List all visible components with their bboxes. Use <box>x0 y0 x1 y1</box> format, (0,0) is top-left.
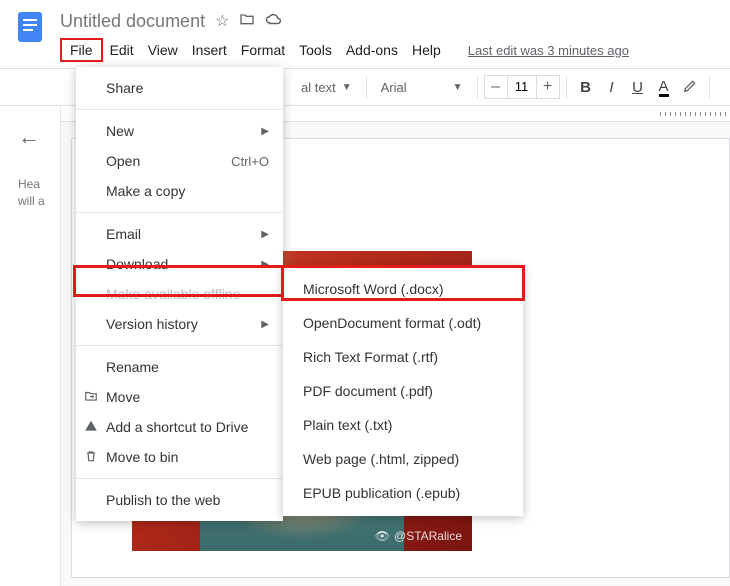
menu-open[interactable]: OpenCtrl+O <box>76 146 283 176</box>
decrease-font-button[interactable]: – <box>485 78 507 96</box>
menu-download[interactable]: Download▶ <box>76 249 283 279</box>
chevron-right-icon: ▶ <box>261 126 269 137</box>
menu-rename[interactable]: Rename <box>76 352 283 382</box>
docs-app-icon[interactable] <box>12 8 48 44</box>
menu-format[interactable]: Format <box>234 38 292 62</box>
menu-file[interactable]: File <box>60 38 103 62</box>
menu-move-to-bin[interactable]: Move to bin <box>76 442 283 472</box>
menubar: File Edit View Insert Format Tools Add-o… <box>60 36 718 64</box>
chevron-right-icon: ▶ <box>261 319 269 330</box>
font-size-stepper: – 11 + <box>484 75 560 99</box>
download-docx[interactable]: Microsoft Word (.docx) <box>283 272 523 306</box>
increase-font-button[interactable]: + <box>537 78 559 96</box>
weibo-icon: 👁 <box>375 529 390 543</box>
menu-version-history[interactable]: Version history▶ <box>76 309 283 339</box>
download-txt[interactable]: Plain text (.txt) <box>283 408 523 442</box>
menu-offline: Make available offline <box>76 279 283 309</box>
download-epub[interactable]: EPUB publication (.epub) <box>283 476 523 510</box>
file-dropdown-menu: Share New▶ OpenCtrl+O Make a copy Email▶… <box>76 67 283 521</box>
text-color-button[interactable]: A <box>651 78 677 97</box>
menu-addons[interactable]: Add-ons <box>339 38 405 62</box>
menu-edit[interactable]: Edit <box>103 38 141 62</box>
star-icon[interactable]: ☆ <box>215 11 229 31</box>
font-select-label: Arial <box>381 80 407 95</box>
menu-help[interactable]: Help <box>405 38 448 62</box>
menu-tools[interactable]: Tools <box>292 38 339 62</box>
outline-panel: ← Hea will a <box>0 106 60 586</box>
download-odt[interactable]: OpenDocument format (.odt) <box>283 306 523 340</box>
underline-button[interactable]: U <box>625 79 651 96</box>
download-pdf[interactable]: PDF document (.pdf) <box>283 374 523 408</box>
menu-move[interactable]: Move <box>76 382 283 412</box>
back-arrow-icon[interactable]: ← <box>18 124 60 150</box>
chevron-right-icon: ▶ <box>261 229 269 240</box>
menu-add-shortcut[interactable]: Add a shortcut to Drive <box>76 412 283 442</box>
last-edit-link[interactable]: Last edit was 3 minutes ago <box>468 43 629 58</box>
chevron-down-icon: ▼ <box>342 82 352 93</box>
download-submenu: Microsoft Word (.docx) OpenDocument form… <box>283 266 523 516</box>
download-html[interactable]: Web page (.html, zipped) <box>283 442 523 476</box>
menu-email[interactable]: Email▶ <box>76 219 283 249</box>
font-size-value[interactable]: 11 <box>507 76 537 98</box>
image-watermark: 👁 @STARalice <box>375 529 462 543</box>
bold-button[interactable]: B <box>573 79 599 96</box>
trash-icon <box>84 449 98 466</box>
drive-shortcut-icon <box>84 419 98 436</box>
style-select-label: al text <box>301 80 336 95</box>
outline-placeholder-text: Hea will a <box>18 176 60 210</box>
shortcut-label: Ctrl+O <box>231 154 269 169</box>
menu-view[interactable]: View <box>141 38 185 62</box>
paragraph-style-select[interactable]: al text ▼ <box>293 80 360 95</box>
document-title[interactable]: Untitled document <box>60 11 205 32</box>
download-rtf[interactable]: Rich Text Format (.rtf) <box>283 340 523 374</box>
menu-share[interactable]: Share <box>76 73 283 103</box>
font-select[interactable]: Arial ▼ <box>373 80 471 95</box>
menu-insert[interactable]: Insert <box>185 38 234 62</box>
italic-button[interactable]: I <box>599 79 625 96</box>
folder-move-icon <box>84 389 98 406</box>
menu-new[interactable]: New▶ <box>76 116 283 146</box>
chevron-down-icon: ▼ <box>453 82 463 93</box>
chevron-right-icon: ▶ <box>261 259 269 270</box>
menu-publish[interactable]: Publish to the web <box>76 485 283 515</box>
menu-make-copy[interactable]: Make a copy <box>76 176 283 206</box>
move-folder-icon[interactable] <box>239 11 255 32</box>
cloud-status-icon[interactable] <box>265 12 283 31</box>
highlight-color-button[interactable] <box>677 78 703 97</box>
